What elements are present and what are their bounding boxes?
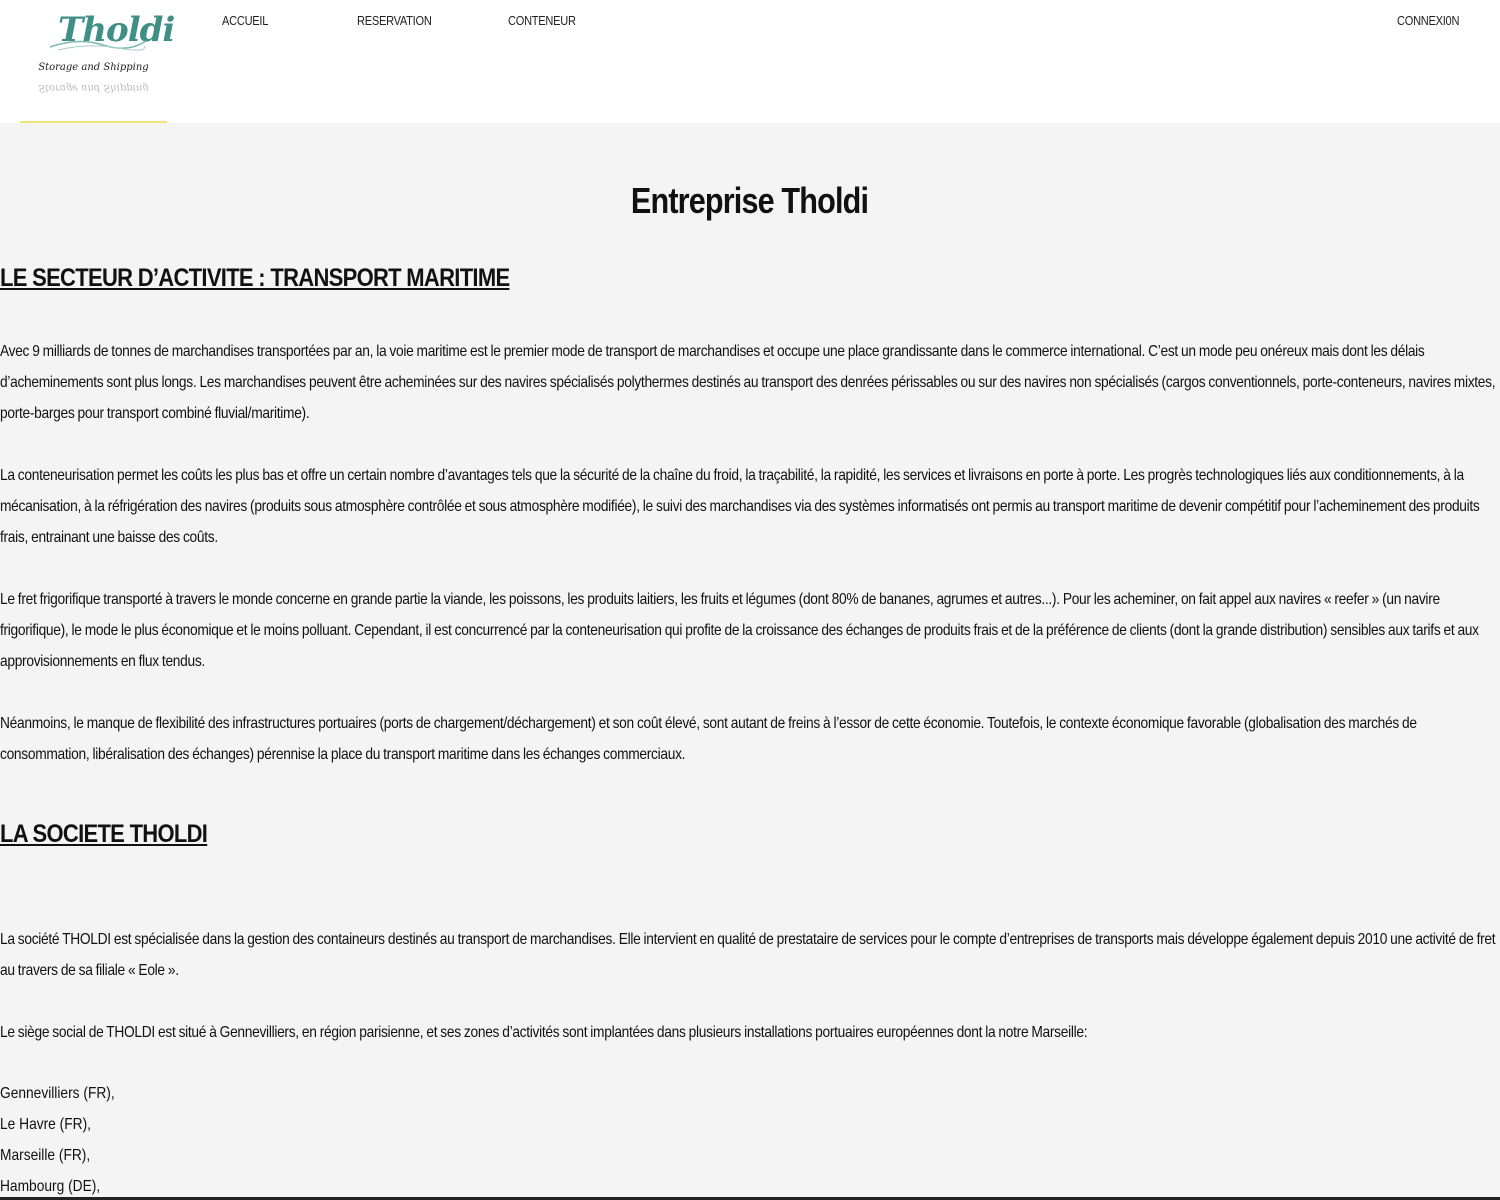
logo-tagline-reflection: Storage and Shipping [38,82,149,93]
paragraph: Avec 9 milliards de tonnes de marchandis… [0,343,1496,422]
active-nav-indicator [20,121,167,123]
paragraph: Néanmoins, le manque de flexibilité des … [0,715,1417,763]
tholdi-logo[interactable]: Tholdi Storage and Shipping Storage and … [20,0,175,121]
nav-reservation[interactable]: RESERVATION [357,13,432,28]
nav-conteneur[interactable]: CONTENEUR [508,13,576,28]
paragraph: Le fret frigorifique transporté à traver… [0,591,1479,670]
paragraph: La société THOLDI est spécialisée dans l… [0,931,1496,979]
logo-swoosh-icon [49,40,147,51]
locations-list: Gennevilliers (FR), Le Havre (FR), Marse… [0,1078,133,1200]
site-header: Tholdi Storage and Shipping Storage and … [0,0,1500,123]
logo-tagline: Storage and Shipping [38,62,149,73]
list-item: Le Havre (FR), [0,1116,91,1133]
section-heading-societe: LA SOCIETE THOLDI [0,820,208,848]
nav-connexion[interactable]: CONNEXI0N [1397,13,1459,28]
section-heading-secteur: LE SECTEUR D’ACTIVITE : TRANSPORT MARITI… [0,264,510,292]
page-title: Entreprise Tholdi [631,180,869,221]
list-item: Gennevilliers (FR), [0,1085,115,1102]
paragraph: Le siège social de THOLDI est situé à Ge… [0,1024,1088,1041]
paragraph: La conteneurisation permet les coûts les… [0,467,1480,546]
list-item: Marseille (FR), [0,1147,91,1164]
list-item: Hambourg (DE), [0,1178,101,1195]
page: Tholdi Storage and Shipping Storage and … [0,0,1500,1200]
nav-accueil[interactable]: ACCUEIL [222,13,268,28]
